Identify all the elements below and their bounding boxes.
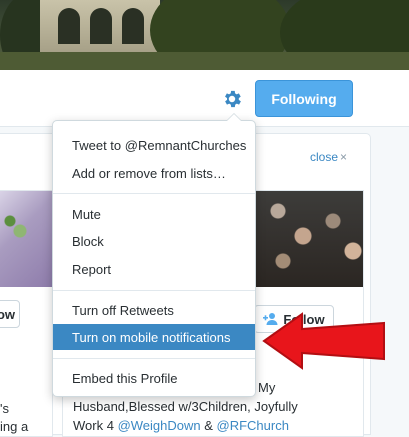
menu-item-mobile-notifications[interactable]: Turn on mobile notifications (53, 324, 255, 350)
header-photo-arch (58, 8, 80, 44)
header-photo-arch (122, 8, 144, 44)
menu-item-turn-off-retweets[interactable]: Turn off Retweets (53, 297, 255, 323)
menu-item-mute[interactable]: Mute (53, 201, 255, 227)
follow-button-left[interactable]: ow (0, 300, 20, 328)
annotation-arrow-icon (262, 312, 385, 370)
bio-line: Husband,Blessed w/3Children, Joyfully (73, 399, 298, 414)
profile-header-photo (0, 0, 409, 70)
menu-item-lists[interactable]: Add or remove from lists… (53, 160, 255, 186)
close-label: close (310, 150, 339, 164)
menu-item-report[interactable]: Report (53, 256, 255, 282)
menu-divider (53, 358, 255, 359)
header-photo-building (40, 0, 160, 55)
close-icon: × (340, 150, 348, 164)
following-button[interactable]: Following (255, 80, 353, 117)
menu-item-embed-profile[interactable]: Embed this Profile (53, 365, 255, 391)
menu-item-tweet-to[interactable]: Tweet to @RemnantChurches (53, 132, 255, 158)
mention-link[interactable]: @RFChurch (217, 418, 289, 433)
menu-divider (53, 193, 255, 194)
dropdown-caret (226, 113, 242, 121)
user-actions-dropdown: Tweet to @RemnantChurches Add or remove … (52, 113, 256, 397)
user-actions-gear-button[interactable] (219, 86, 245, 112)
close-suggestions-link[interactable]: close × (310, 150, 347, 164)
bio-text: Work 4 (73, 418, 118, 433)
header-photo-arch (90, 8, 112, 44)
mention-link[interactable]: @WeighDown (118, 418, 201, 433)
suggestion-card-photo (0, 191, 52, 287)
menu-item-block[interactable]: Block (53, 228, 255, 254)
menu-divider (53, 290, 255, 291)
bio-text: & (200, 418, 217, 433)
suggestion-bio-text: 's (0, 401, 9, 416)
header-photo-lawn (0, 52, 409, 70)
gear-icon (225, 90, 241, 108)
bio-line: Work 4 @WeighDown & @RFChurch (73, 416, 373, 435)
